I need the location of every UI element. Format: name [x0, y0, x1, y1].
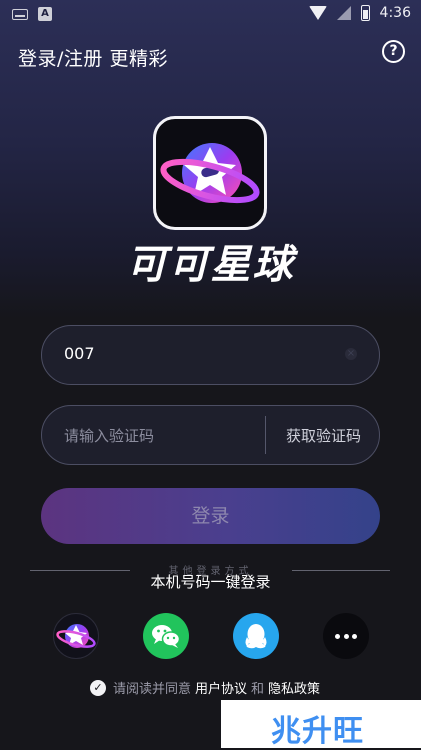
keyboard-icon — [12, 8, 28, 20]
planet-star-icon — [56, 624, 96, 648]
wechat-icon — [152, 625, 181, 648]
status-time: 4:36 — [379, 5, 411, 21]
get-code-button[interactable]: 获取验证码 — [286, 425, 361, 446]
watermark: 兆升旺 — [221, 700, 421, 749]
clear-icon[interactable]: × — [345, 348, 357, 360]
wifi-icon — [308, 6, 327, 20]
phone-input[interactable]: 007 × — [41, 325, 380, 385]
agreement-and: 和 — [251, 682, 265, 697]
status-right: 4:36 — [308, 5, 411, 21]
user-agreement-link[interactable]: 用户协议 — [195, 678, 247, 697]
qq-icon — [245, 624, 267, 649]
login-button[interactable]: 登录 — [41, 488, 380, 544]
page-title: 登录/注册 更精彩 — [18, 48, 168, 70]
battery-icon — [360, 5, 370, 21]
one-click-login[interactable]: 本机号码一键登录 — [0, 571, 421, 592]
more-login-button[interactable] — [323, 613, 369, 659]
privacy-policy-link[interactable]: 隐私政策 — [268, 678, 320, 697]
planet-login-button[interactable] — [53, 613, 99, 659]
watermark-text: 兆升旺 — [271, 714, 364, 749]
wechat-login-button[interactable] — [143, 613, 189, 659]
status-bar: A 4:36 — [0, 0, 421, 30]
status-left: A — [12, 7, 52, 21]
help-icon[interactable]: ? — [382, 40, 405, 63]
code-placeholder[interactable]: 请输入验证码 — [64, 425, 154, 446]
accessibility-a-icon: A — [38, 7, 52, 21]
phone-value[interactable]: 007 — [64, 344, 95, 363]
divider — [265, 416, 266, 454]
checkbox-checked-icon[interactable]: ✓ — [90, 679, 106, 696]
qq-login-button[interactable] — [233, 613, 279, 659]
verification-code-input[interactable]: 请输入验证码 获取验证码 — [41, 405, 380, 465]
app-logo — [153, 116, 267, 230]
app-name: 可可星球 — [126, 242, 295, 288]
agreement-row: ✓ 请阅读并同意 用户协议 和 隐私政策 — [90, 678, 320, 697]
agreement-prefix: 请阅读并同意 — [113, 682, 192, 697]
planet-star-icon — [160, 143, 260, 204]
no-signal-icon — [336, 6, 351, 20]
